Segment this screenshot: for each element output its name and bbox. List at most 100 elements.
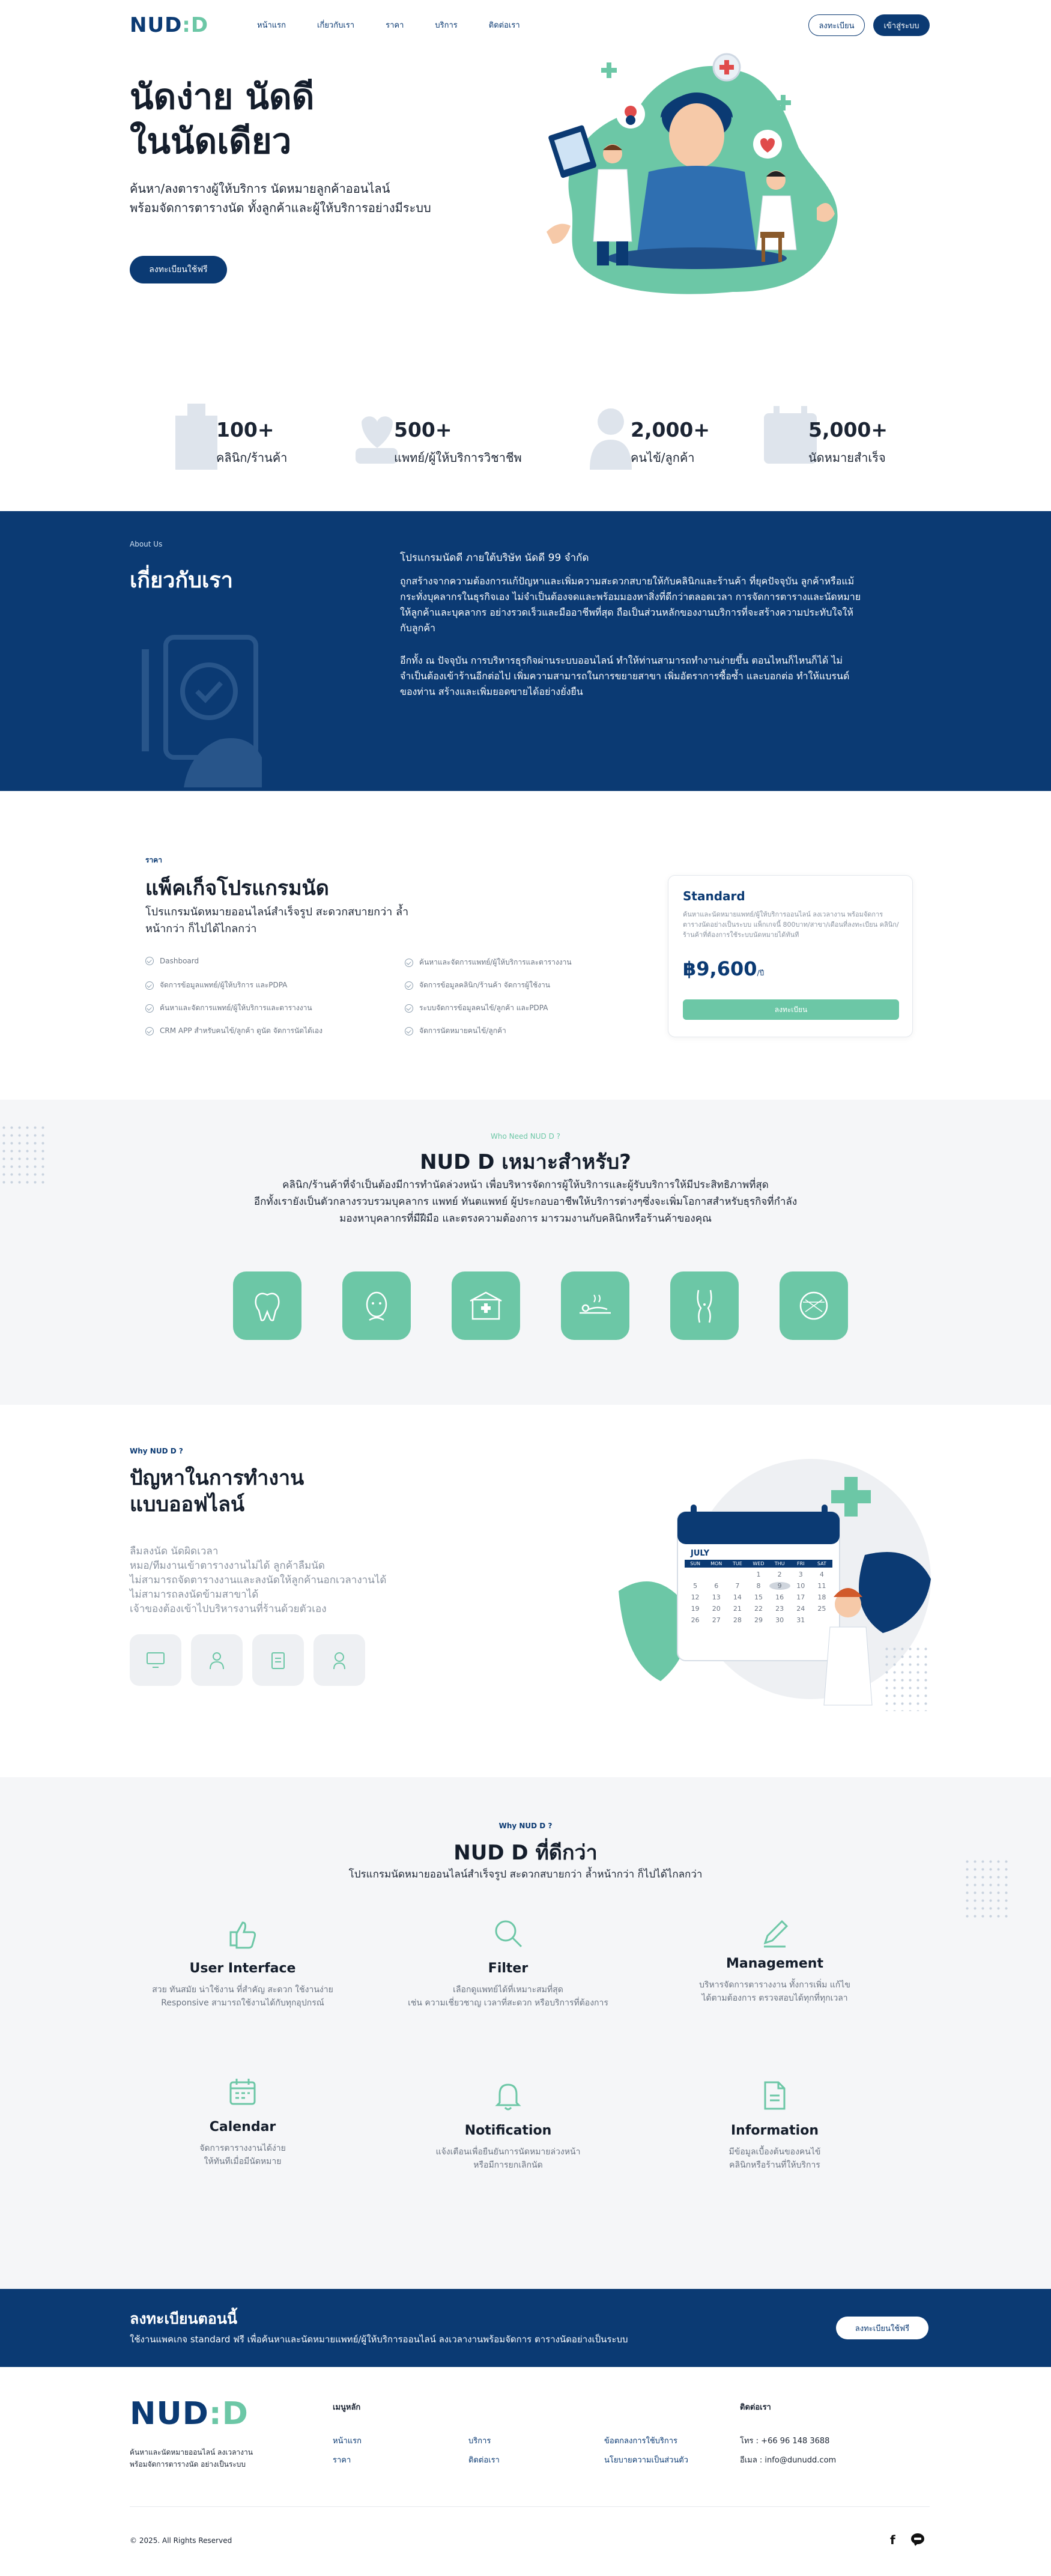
- problem-icon-tile: [191, 1634, 243, 1686]
- footer-link-pricing[interactable]: ราคา: [333, 2453, 351, 2466]
- plan-register-button[interactable]: ลงทะเบียน: [683, 999, 899, 1020]
- calendar-weekday: TUE: [732, 1561, 742, 1566]
- features-subtitle: โปรแกรมนัดหมายออนไลน์สำเร็จรูป สะดวกสบาย…: [348, 1868, 703, 1880]
- calendar-weekday: THU: [774, 1561, 785, 1566]
- tile-dental[interactable]: [233, 1271, 301, 1340]
- problem-item: หมอ/ทีมงานเข้าตารางงานไม่ได้ ลูกค้าลืมนั…: [130, 1560, 325, 1572]
- footer: NUD:D ค้นหาและนัดหมายออนไลน์ ลงเวลางาน พร…: [0, 2367, 1051, 2576]
- feature-information: Information มีข้อมูลเบื้องต้นของคนไข้ คลิ…: [661, 2079, 889, 2172]
- feature-item: จัดการนัดหมายคนไข้/ลูกค้า: [405, 1025, 506, 1037]
- check-icon: [405, 958, 413, 967]
- check-icon: [145, 1004, 154, 1013]
- calendar-date: [706, 1571, 727, 1578]
- calendar-date: [727, 1571, 748, 1578]
- footer-link-contact[interactable]: ติดต่อเรา: [468, 2453, 500, 2466]
- tooth-icon: [255, 1293, 280, 1321]
- bell-icon: [495, 2084, 521, 2111]
- facebook-icon[interactable]: f: [890, 2533, 902, 2547]
- nav-link-home[interactable]: หน้าแรก: [257, 19, 286, 31]
- pencil-icon: [763, 1920, 789, 1948]
- login-button[interactable]: เข้าสู่ระบบ: [873, 14, 930, 36]
- check-icon: [145, 1026, 154, 1035]
- calendar-weekday: SUN: [690, 1561, 701, 1566]
- clinic-icon: [470, 1291, 502, 1320]
- calendar-date: 8: [756, 1582, 761, 1590]
- footer-tagline: ค้นหาและนัดหมายออนไลน์ ลงเวลางาน พร้อมจัด…: [130, 2448, 253, 2468]
- pricing-card-standard: Standard ค้นหาและนัดหมายแพทย์/ผู้ให้บริก…: [668, 875, 913, 1037]
- hero-title: นัดง่าย นัดดี ในนัดเดียว: [130, 76, 315, 162]
- check-icon: [145, 981, 154, 990]
- tile-clinic[interactable]: [452, 1271, 520, 1340]
- calendar-date: 12: [691, 1593, 700, 1601]
- calendar-date: 24: [796, 1605, 805, 1613]
- feature-item: ค้นหาและจัดการแพทย์/ผู้ให้บริการและตาราง…: [145, 1002, 312, 1014]
- footer-divider: [130, 2506, 930, 2507]
- building-icon: [175, 404, 217, 470]
- problem-icon-tile: [130, 1634, 181, 1686]
- calendar-date: [811, 1616, 832, 1624]
- person-icon: [590, 408, 632, 470]
- nav-link-services[interactable]: บริการ: [435, 19, 457, 31]
- nav-link-about[interactable]: เกี่ยวกับเรา: [317, 19, 354, 31]
- footer-link-services[interactable]: บริการ: [468, 2434, 491, 2447]
- thumbs-up-icon: [229, 1921, 256, 1949]
- footer-link-home[interactable]: หน้าแรก: [333, 2434, 362, 2447]
- calendar-date: 29: [754, 1616, 763, 1624]
- calendar-date: 13: [712, 1593, 721, 1601]
- stat-patients: 2,000+ คนไข้/ลูกค้า: [584, 404, 728, 476]
- about-paragraph-1: ถูกสร้างจากความต้องการแก้ปัญหาและเพิ่มคว…: [400, 575, 861, 634]
- footer-email[interactable]: อีเมล : info@dunudd.com: [740, 2453, 836, 2466]
- calendar-date: 2: [777, 1571, 782, 1578]
- calendar-date: 18: [817, 1593, 826, 1601]
- problem-item: ไม่สามารถลงนัดข้ามสาขาได้: [130, 1589, 259, 1601]
- pricing-title: แพ็คเก็จโปรแกรมนัด: [145, 876, 329, 900]
- footer-link-terms[interactable]: ข้อตกลงการใช้บริการ: [604, 2434, 677, 2447]
- stat-appointments: 5,000+ นัดหมายสำเร็จ: [760, 404, 904, 476]
- calendar-date: 10: [796, 1582, 805, 1590]
- calendar-date: 14: [733, 1593, 742, 1601]
- problem-icon-tile: [313, 1634, 365, 1686]
- calendar-date: 6: [714, 1582, 719, 1590]
- document-icon: [764, 2081, 786, 2110]
- feature-item: จัดการข้อมูลคลินิก/ร้านค้า จัดการผู้ใช้ง…: [405, 980, 550, 991]
- face-analysis-icon: [799, 1291, 828, 1320]
- who-title: NUD D เหมาะสำหรับ?: [420, 1150, 631, 1174]
- logo[interactable]: NUD:D: [130, 13, 208, 37]
- tile-body[interactable]: [670, 1271, 739, 1340]
- stat-doctors: 500+ แพทย์/ผู้ให้บริการวิชาชีพ: [350, 404, 542, 476]
- hero-register-button[interactable]: ลงทะเบียนใช้ฟรี: [130, 256, 227, 283]
- user-question-icon: [333, 1652, 345, 1670]
- tile-massage[interactable]: [561, 1271, 629, 1340]
- footer-phone[interactable]: โทร : +66 96 148 3688: [740, 2434, 829, 2447]
- signup-banner: ลงทะเบียนตอนนี้ ใช้งานแพคเกจ standard ฟร…: [0, 2289, 1051, 2367]
- register-button[interactable]: ลงทะเบียน: [808, 14, 865, 36]
- features-title: NUD D ที่ดีกว่า: [453, 1841, 598, 1865]
- tile-aesthetic[interactable]: [342, 1271, 411, 1340]
- signup-subtitle: ใช้งานแพคเกจ standard ฟรี เพื่อค้นหาและน…: [130, 2334, 628, 2345]
- feature-notification: Notification แจ้งเตือนเพื่อยืนยันการนัดห…: [394, 2079, 622, 2172]
- who-eyebrow: Who Need NUD D ?: [490, 1132, 561, 1141]
- search-icon: [495, 1920, 522, 1948]
- calendar-date: 22: [754, 1605, 763, 1613]
- footer-menu-title: เมนูหลัก: [333, 2403, 361, 2412]
- line-icon[interactable]: [910, 2533, 925, 2546]
- hero-section: นัดง่าย นัดดี ในนัดเดียว ค้นหา/ลงตารางผู…: [0, 52, 1051, 376]
- calendar-date: 3: [798, 1571, 803, 1578]
- problem-icon-tile: [252, 1634, 304, 1686]
- hero-subtitle: ค้นหา/ลงตารางผู้ให้บริการ นัดหมายลูกค้าอ…: [130, 181, 431, 215]
- why-eyebrow: Why NUD D ?: [130, 1447, 183, 1455]
- calendar-date: 15: [754, 1593, 763, 1601]
- about-illustration: [142, 635, 262, 787]
- footer-link-privacy[interactable]: นโยบายความเป็นส่วนตัว: [604, 2453, 688, 2466]
- top-nav: NUD:D หน้าแรก เกี่ยวกับเรา ราคา บริการ ต…: [0, 0, 1051, 52]
- features-eyebrow: Why NUD D ?: [498, 1822, 553, 1830]
- about-section: About Us เกี่ยวกับเรา โปรแกรมนัดดี ภายใต…: [0, 511, 1051, 791]
- tile-face-analysis[interactable]: [780, 1271, 848, 1340]
- problem-item: ลืมลงนัด นัดผิดเวลา: [130, 1545, 219, 1557]
- nav-link-contact[interactable]: ติดต่อเรา: [489, 19, 520, 31]
- calendar-date: 11: [817, 1582, 826, 1590]
- footer-logo[interactable]: NUD:D: [130, 2396, 249, 2432]
- signup-button[interactable]: ลงทะเบียนใช้ฟรี: [836, 2317, 928, 2339]
- about-title: เกี่ยวกับเรา: [130, 568, 233, 593]
- nav-link-pricing[interactable]: ราคา: [386, 19, 404, 31]
